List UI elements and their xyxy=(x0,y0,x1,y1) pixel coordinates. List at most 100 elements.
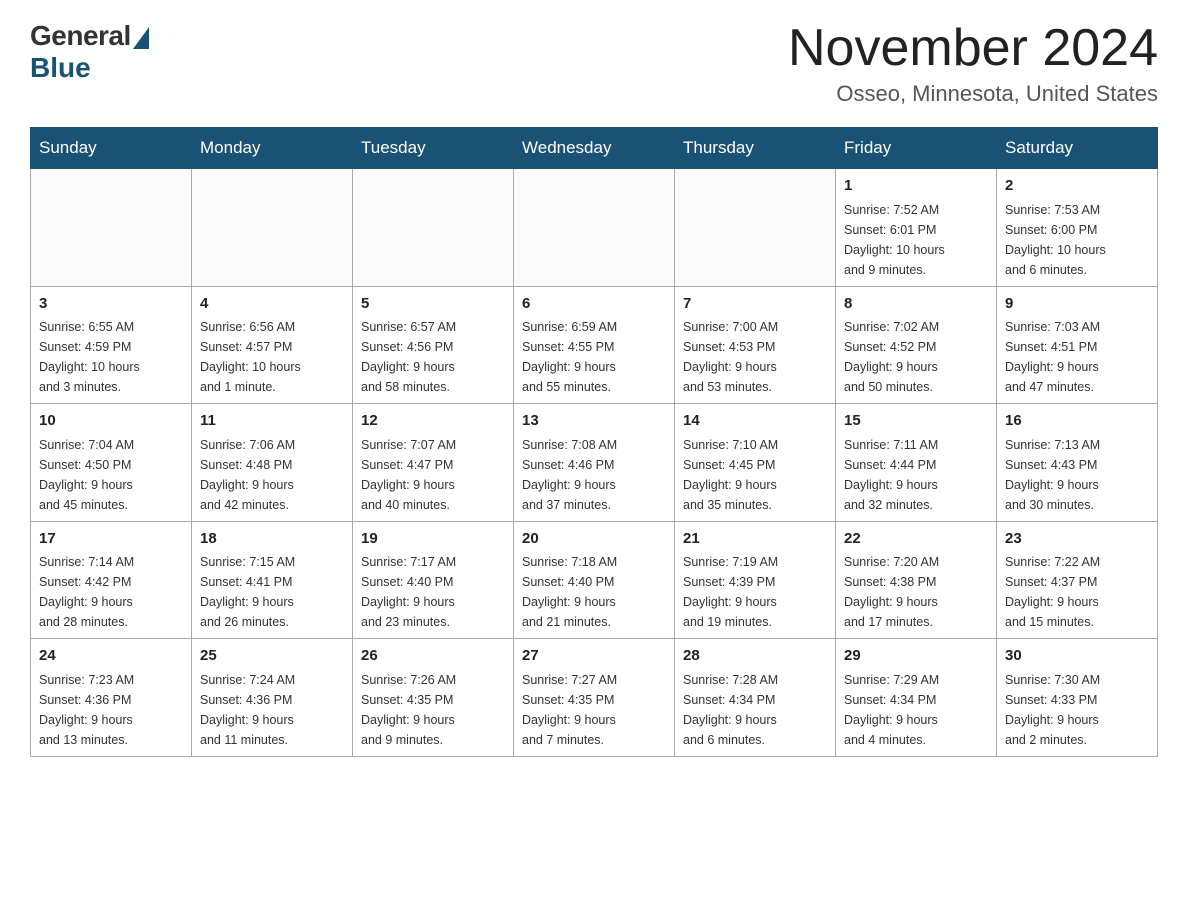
calendar-cell: 28Sunrise: 7:28 AMSunset: 4:34 PMDayligh… xyxy=(675,639,836,757)
calendar-week-row: 1Sunrise: 7:52 AMSunset: 6:01 PMDaylight… xyxy=(31,169,1158,287)
day-info: Sunrise: 6:55 AMSunset: 4:59 PMDaylight:… xyxy=(39,317,183,397)
calendar-cell: 16Sunrise: 7:13 AMSunset: 4:43 PMDayligh… xyxy=(997,404,1158,522)
calendar-cell: 20Sunrise: 7:18 AMSunset: 4:40 PMDayligh… xyxy=(514,521,675,639)
weekday-header-sunday: Sunday xyxy=(31,128,192,169)
day-info: Sunrise: 7:17 AMSunset: 4:40 PMDaylight:… xyxy=(361,552,505,632)
day-info: Sunrise: 7:18 AMSunset: 4:40 PMDaylight:… xyxy=(522,552,666,632)
day-number: 15 xyxy=(844,410,988,433)
day-number: 24 xyxy=(39,645,183,668)
day-number: 8 xyxy=(844,293,988,316)
day-number: 28 xyxy=(683,645,827,668)
day-info: Sunrise: 7:27 AMSunset: 4:35 PMDaylight:… xyxy=(522,670,666,750)
calendar-cell: 8Sunrise: 7:02 AMSunset: 4:52 PMDaylight… xyxy=(836,286,997,404)
day-number: 7 xyxy=(683,293,827,316)
calendar-cell: 19Sunrise: 7:17 AMSunset: 4:40 PMDayligh… xyxy=(353,521,514,639)
calendar-cell: 17Sunrise: 7:14 AMSunset: 4:42 PMDayligh… xyxy=(31,521,192,639)
day-info: Sunrise: 7:08 AMSunset: 4:46 PMDaylight:… xyxy=(522,435,666,515)
calendar-cell: 27Sunrise: 7:27 AMSunset: 4:35 PMDayligh… xyxy=(514,639,675,757)
day-info: Sunrise: 7:00 AMSunset: 4:53 PMDaylight:… xyxy=(683,317,827,397)
weekday-header-saturday: Saturday xyxy=(997,128,1158,169)
day-info: Sunrise: 7:29 AMSunset: 4:34 PMDaylight:… xyxy=(844,670,988,750)
calendar-week-row: 24Sunrise: 7:23 AMSunset: 4:36 PMDayligh… xyxy=(31,639,1158,757)
day-info: Sunrise: 7:22 AMSunset: 4:37 PMDaylight:… xyxy=(1005,552,1149,632)
day-info: Sunrise: 7:13 AMSunset: 4:43 PMDaylight:… xyxy=(1005,435,1149,515)
month-title: November 2024 xyxy=(788,20,1158,77)
day-number: 22 xyxy=(844,528,988,551)
calendar-cell xyxy=(514,169,675,287)
day-number: 17 xyxy=(39,528,183,551)
calendar-week-row: 3Sunrise: 6:55 AMSunset: 4:59 PMDaylight… xyxy=(31,286,1158,404)
title-section: November 2024 Osseo, Minnesota, United S… xyxy=(788,20,1158,107)
day-info: Sunrise: 7:04 AMSunset: 4:50 PMDaylight:… xyxy=(39,435,183,515)
calendar-cell: 24Sunrise: 7:23 AMSunset: 4:36 PMDayligh… xyxy=(31,639,192,757)
day-info: Sunrise: 7:24 AMSunset: 4:36 PMDaylight:… xyxy=(200,670,344,750)
calendar-cell: 4Sunrise: 6:56 AMSunset: 4:57 PMDaylight… xyxy=(192,286,353,404)
day-number: 25 xyxy=(200,645,344,668)
day-info: Sunrise: 6:59 AMSunset: 4:55 PMDaylight:… xyxy=(522,317,666,397)
weekday-header-friday: Friday xyxy=(836,128,997,169)
calendar-cell: 30Sunrise: 7:30 AMSunset: 4:33 PMDayligh… xyxy=(997,639,1158,757)
day-info: Sunrise: 7:03 AMSunset: 4:51 PMDaylight:… xyxy=(1005,317,1149,397)
calendar-table: SundayMondayTuesdayWednesdayThursdayFrid… xyxy=(30,127,1158,757)
calendar-cell: 7Sunrise: 7:00 AMSunset: 4:53 PMDaylight… xyxy=(675,286,836,404)
day-number: 26 xyxy=(361,645,505,668)
calendar-cell: 15Sunrise: 7:11 AMSunset: 4:44 PMDayligh… xyxy=(836,404,997,522)
day-number: 6 xyxy=(522,293,666,316)
weekday-header-row: SundayMondayTuesdayWednesdayThursdayFrid… xyxy=(31,128,1158,169)
day-info: Sunrise: 7:14 AMSunset: 4:42 PMDaylight:… xyxy=(39,552,183,632)
weekday-header-thursday: Thursday xyxy=(675,128,836,169)
calendar-cell: 2Sunrise: 7:53 AMSunset: 6:00 PMDaylight… xyxy=(997,169,1158,287)
day-number: 18 xyxy=(200,528,344,551)
calendar-cell: 18Sunrise: 7:15 AMSunset: 4:41 PMDayligh… xyxy=(192,521,353,639)
day-number: 19 xyxy=(361,528,505,551)
calendar-cell: 29Sunrise: 7:29 AMSunset: 4:34 PMDayligh… xyxy=(836,639,997,757)
day-number: 5 xyxy=(361,293,505,316)
calendar-cell: 11Sunrise: 7:06 AMSunset: 4:48 PMDayligh… xyxy=(192,404,353,522)
day-info: Sunrise: 7:10 AMSunset: 4:45 PMDaylight:… xyxy=(683,435,827,515)
calendar-cell: 6Sunrise: 6:59 AMSunset: 4:55 PMDaylight… xyxy=(514,286,675,404)
calendar-cell xyxy=(675,169,836,287)
day-info: Sunrise: 7:15 AMSunset: 4:41 PMDaylight:… xyxy=(200,552,344,632)
weekday-header-tuesday: Tuesday xyxy=(353,128,514,169)
calendar-cell: 12Sunrise: 7:07 AMSunset: 4:47 PMDayligh… xyxy=(353,404,514,522)
calendar-cell: 13Sunrise: 7:08 AMSunset: 4:46 PMDayligh… xyxy=(514,404,675,522)
calendar-cell: 5Sunrise: 6:57 AMSunset: 4:56 PMDaylight… xyxy=(353,286,514,404)
calendar-cell: 9Sunrise: 7:03 AMSunset: 4:51 PMDaylight… xyxy=(997,286,1158,404)
logo: General Blue xyxy=(30,20,149,84)
day-info: Sunrise: 6:57 AMSunset: 4:56 PMDaylight:… xyxy=(361,317,505,397)
calendar-cell: 1Sunrise: 7:52 AMSunset: 6:01 PMDaylight… xyxy=(836,169,997,287)
day-number: 10 xyxy=(39,410,183,433)
day-info: Sunrise: 7:53 AMSunset: 6:00 PMDaylight:… xyxy=(1005,200,1149,280)
day-number: 2 xyxy=(1005,175,1149,198)
logo-general-text: General xyxy=(30,20,131,52)
day-info: Sunrise: 7:06 AMSunset: 4:48 PMDaylight:… xyxy=(200,435,344,515)
calendar-cell: 21Sunrise: 7:19 AMSunset: 4:39 PMDayligh… xyxy=(675,521,836,639)
day-info: Sunrise: 7:11 AMSunset: 4:44 PMDaylight:… xyxy=(844,435,988,515)
weekday-header-wednesday: Wednesday xyxy=(514,128,675,169)
day-number: 4 xyxy=(200,293,344,316)
day-number: 20 xyxy=(522,528,666,551)
logo-triangle-icon xyxy=(133,27,149,49)
day-number: 9 xyxy=(1005,293,1149,316)
day-number: 1 xyxy=(844,175,988,198)
day-info: Sunrise: 7:19 AMSunset: 4:39 PMDaylight:… xyxy=(683,552,827,632)
calendar-cell xyxy=(31,169,192,287)
calendar-cell: 3Sunrise: 6:55 AMSunset: 4:59 PMDaylight… xyxy=(31,286,192,404)
day-info: Sunrise: 7:26 AMSunset: 4:35 PMDaylight:… xyxy=(361,670,505,750)
logo-blue-text: Blue xyxy=(30,52,91,84)
day-number: 29 xyxy=(844,645,988,668)
day-number: 12 xyxy=(361,410,505,433)
calendar-week-row: 10Sunrise: 7:04 AMSunset: 4:50 PMDayligh… xyxy=(31,404,1158,522)
day-number: 21 xyxy=(683,528,827,551)
calendar-cell xyxy=(192,169,353,287)
day-info: Sunrise: 7:30 AMSunset: 4:33 PMDaylight:… xyxy=(1005,670,1149,750)
calendar-cell: 22Sunrise: 7:20 AMSunset: 4:38 PMDayligh… xyxy=(836,521,997,639)
day-info: Sunrise: 7:28 AMSunset: 4:34 PMDaylight:… xyxy=(683,670,827,750)
day-number: 23 xyxy=(1005,528,1149,551)
calendar-cell xyxy=(353,169,514,287)
day-info: Sunrise: 7:20 AMSunset: 4:38 PMDaylight:… xyxy=(844,552,988,632)
day-info: Sunrise: 6:56 AMSunset: 4:57 PMDaylight:… xyxy=(200,317,344,397)
day-info: Sunrise: 7:02 AMSunset: 4:52 PMDaylight:… xyxy=(844,317,988,397)
calendar-cell: 26Sunrise: 7:26 AMSunset: 4:35 PMDayligh… xyxy=(353,639,514,757)
day-number: 14 xyxy=(683,410,827,433)
